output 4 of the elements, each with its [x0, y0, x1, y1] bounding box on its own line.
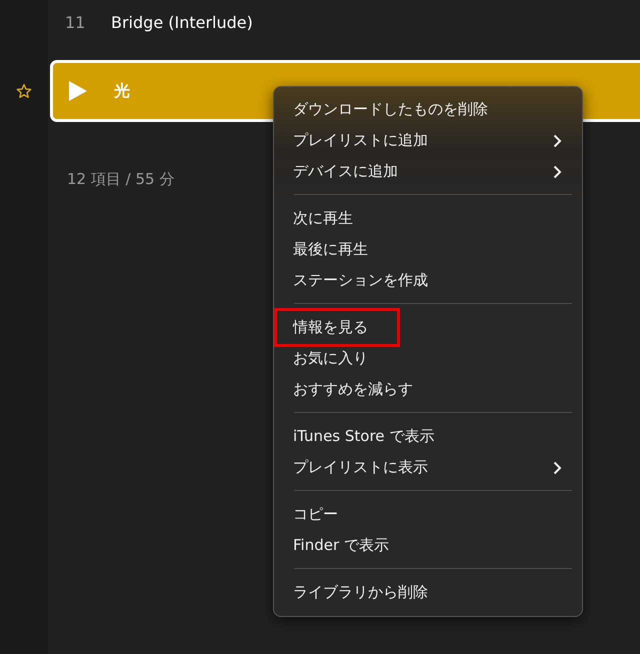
track-summary: 12 項目 / 55 分	[67, 170, 174, 189]
track-title: Bridge (Interlude)	[111, 13, 253, 32]
track-number: 11	[65, 13, 86, 32]
track-title: 光	[114, 80, 130, 102]
